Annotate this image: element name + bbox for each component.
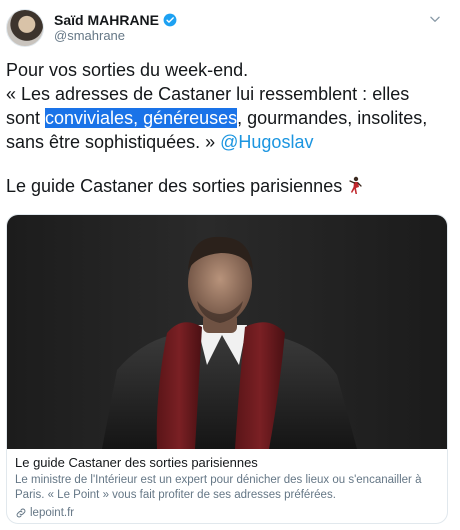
tweet: Saïd MAHRANE @smahrane Pour vos sorties … bbox=[0, 0, 460, 530]
author-display-name[interactable]: Saïd MAHRANE bbox=[54, 12, 177, 28]
card-domain[interactable]: lepoint.fr bbox=[15, 507, 439, 519]
tweet-line-3-text: Le guide Castaner des sorties parisienne… bbox=[6, 176, 343, 196]
verified-badge-icon bbox=[163, 13, 177, 27]
author-display-name-text[interactable]: Saïd MAHRANE bbox=[54, 12, 159, 28]
highlighted-text: conviviales, généreuses bbox=[45, 108, 238, 128]
link-icon bbox=[16, 508, 26, 518]
avatar[interactable] bbox=[6, 9, 44, 47]
tweet-text: Pour vos sorties du week-end. « Les adre… bbox=[6, 58, 446, 154]
tweet-line-1: Pour vos sorties du week-end. bbox=[6, 60, 249, 80]
link-card[interactable]: Le guide Castaner des sorties parisienne… bbox=[6, 214, 448, 524]
author-handle[interactable]: @smahrane bbox=[54, 28, 177, 44]
author-names: Saïd MAHRANE @smahrane bbox=[54, 12, 177, 44]
dancer-emoji-icon bbox=[349, 176, 362, 194]
card-description: Le ministre de l'Intérieur est un expert… bbox=[15, 474, 422, 501]
mention-link[interactable]: @Hugoslav bbox=[220, 132, 313, 152]
tweet-header: Saïd MAHRANE @smahrane bbox=[6, 8, 177, 48]
card-photo-illustration bbox=[102, 236, 357, 449]
chevron-down-icon[interactable] bbox=[428, 12, 442, 26]
tweet-line-2: « Les adresses de Castaner lui ressemble… bbox=[6, 82, 446, 154]
tweet-line-3: Le guide Castaner des sorties parisienne… bbox=[6, 174, 362, 198]
card-image[interactable] bbox=[7, 215, 447, 449]
card-title[interactable]: Le guide Castaner des sorties parisienne… bbox=[15, 455, 439, 471]
card-domain-text[interactable]: lepoint.fr bbox=[30, 507, 74, 519]
card-info[interactable]: Le guide Castaner des sorties parisienne… bbox=[7, 449, 447, 519]
